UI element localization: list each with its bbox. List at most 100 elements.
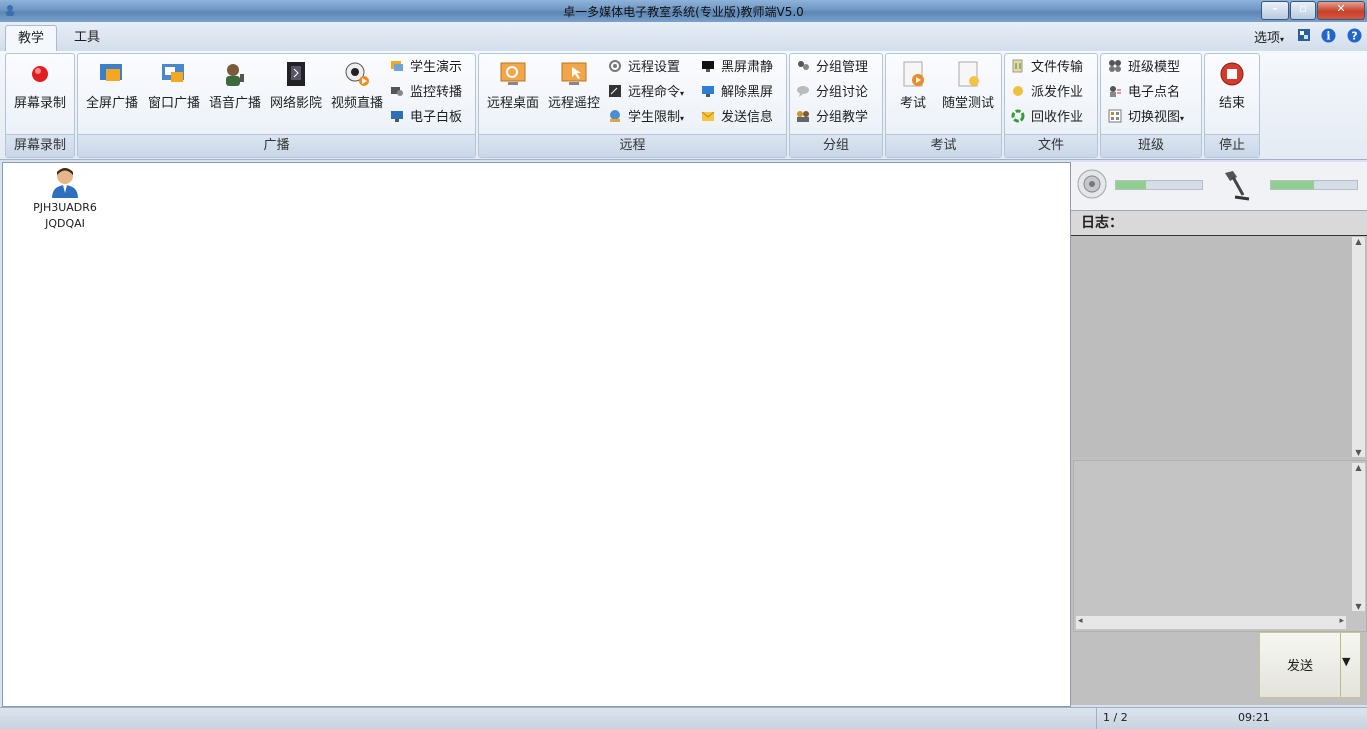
remote-control-icon <box>561 62 587 85</box>
exam-button[interactable]: 考试 <box>890 56 936 130</box>
record-icon <box>32 66 48 82</box>
close-button[interactable]: ✕ <box>1317 1 1365 20</box>
svg-text:i: i <box>1326 30 1330 43</box>
send-dropdown-arrow-icon[interactable]: ▼ <box>1342 655 1350 668</box>
file-transfer-label: 文件传输 <box>1031 60 1084 75</box>
maximize-button[interactable]: ▫ <box>1290 1 1316 20</box>
group-label-grouping: 分组 <box>790 134 882 157</box>
collect-homework-button[interactable]: 回收作业 <box>1011 107 1083 129</box>
network-cinema-button[interactable]: 网络影院 <box>266 56 326 130</box>
student-computer[interactable]: PJH3UADR6 JQDQAI <box>27 166 103 232</box>
class-model-button[interactable]: 班级模型 <box>1108 57 1180 79</box>
message-scroll-down-icon[interactable]: ▼ <box>1352 602 1365 611</box>
scroll-down-arrow-icon[interactable]: ▼ <box>1352 448 1365 457</box>
exam-icon <box>903 61 924 87</box>
student-restriction-button[interactable]: 学生限制▾ <box>608 107 684 129</box>
file-transfer-button[interactable]: 文件传输 <box>1011 57 1083 79</box>
whiteboard-icon <box>391 111 403 122</box>
config-icon[interactable] <box>1297 28 1311 42</box>
remote-control-label: 远程遥控 <box>547 96 600 111</box>
unlock-screen-label: 解除黑屏 <box>721 85 774 100</box>
group-exam: 考试 随堂测试 考试 <box>885 53 1002 158</box>
info-icon[interactable]: i <box>1321 28 1336 43</box>
remote-desktop-button[interactable]: 远程桌面 <box>483 56 543 130</box>
audio-level-bar <box>1071 162 1367 211</box>
group-teach-label: 分组教学 <box>816 110 869 125</box>
microphone-icon[interactable] <box>1221 169 1253 203</box>
student-name-line1: PJH3UADR6 <box>33 201 97 214</box>
group-manage-label: 分组管理 <box>816 60 869 75</box>
screen-record-label: 屏幕录制 <box>13 96 66 111</box>
remote-settings-button[interactable]: 远程设置 <box>608 57 680 79</box>
whiteboard-button[interactable]: 电子白板 <box>390 107 462 129</box>
distribute-homework-label: 派发作业 <box>1031 85 1084 100</box>
tab-tools[interactable]: 工具 <box>62 25 112 51</box>
voice-broadcast-label: 语音广播 <box>208 96 261 111</box>
student-demo-button[interactable]: 学生演示 <box>390 57 462 79</box>
remote-control-button[interactable]: 远程遥控 <box>544 56 604 130</box>
black-screen-button[interactable]: 黑屏肃静 <box>701 57 773 79</box>
voice-broadcast-button[interactable]: 语音广播 <box>205 56 265 130</box>
group-manage-button[interactable]: 分组管理 <box>796 57 868 79</box>
envelope-icon <box>701 111 715 121</box>
send-message-button[interactable]: 发送信息 <box>701 107 773 129</box>
black-screen-label: 黑屏肃静 <box>721 60 774 75</box>
group-teach-button[interactable]: 分组教学 <box>796 107 868 129</box>
window-broadcast-button[interactable]: 窗口广播 <box>144 56 204 130</box>
send-button[interactable]: 发送 ▼ <box>1259 632 1361 698</box>
roll-call-button[interactable]: 电子点名 <box>1108 82 1180 104</box>
quiz-icon <box>958 61 979 87</box>
speaker-level-fill <box>1116 181 1147 189</box>
switch-view-button[interactable]: 切换视图▾ <box>1108 107 1184 129</box>
roll-call-icon <box>1110 86 1121 97</box>
help-icon[interactable]: ? <box>1347 28 1362 43</box>
group-teach-icon <box>797 111 809 122</box>
remote-command-icon <box>609 85 621 97</box>
screen-record-button[interactable]: 屏幕录制 <box>8 56 72 130</box>
recycle-icon <box>1011 109 1025 123</box>
exam-label: 考试 <box>899 96 926 111</box>
speaker-level-meter[interactable] <box>1115 180 1203 190</box>
tab-teaching[interactable]: 教学 <box>5 25 58 52</box>
group-grouping: 分组管理 分组讨论 分组教学 分组 <box>789 53 883 158</box>
scroll-left-arrow-icon[interactable]: ◂ <box>1078 616 1083 626</box>
options-menu[interactable]: 选项▾ <box>1254 27 1284 46</box>
end-button[interactable]: 结束 <box>1207 56 1257 130</box>
minimize-button[interactable]: – <box>1261 1 1289 20</box>
monitor-relay-button[interactable]: 监控转播 <box>390 82 462 104</box>
grid-view-icon <box>1108 109 1122 123</box>
group-label-class: 班级 <box>1101 134 1201 157</box>
message-hscrollbar[interactable]: ◂ ▸ <box>1076 616 1346 629</box>
group-discuss-button[interactable]: 分组讨论 <box>796 82 868 104</box>
log-scrollbar[interactable]: ▲ ▼ <box>1352 237 1365 457</box>
distribute-homework-button[interactable]: 派发作业 <box>1011 82 1083 104</box>
message-input[interactable]: ▲ ▼ ◂ ▸ <box>1073 460 1367 632</box>
end-label: 结束 <box>1218 96 1245 111</box>
video-live-button[interactable]: 视频直播 <box>327 56 387 130</box>
quiz-label: 随堂测试 <box>941 96 994 111</box>
fullscreen-broadcast-button[interactable]: 全屏广播 <box>82 56 142 130</box>
send-label: 发送 <box>1286 659 1313 674</box>
group-label-broadcast: 广播 <box>78 134 475 157</box>
title-bar: 卓一多媒体电子教室系统(专业版)教师端V5.0 – ▫ ✕ <box>0 0 1367 22</box>
send-message-label: 发送信息 <box>721 110 774 125</box>
collect-homework-label: 回收作业 <box>1031 110 1084 125</box>
message-vscrollbar[interactable]: ▲ ▼ <box>1352 463 1365 611</box>
scroll-up-arrow-icon[interactable]: ▲ <box>1352 237 1365 246</box>
mic-level-meter[interactable] <box>1270 180 1358 190</box>
quiz-button[interactable]: 随堂测试 <box>937 56 999 130</box>
monitor-relay-icon <box>391 87 403 96</box>
group-file: 文件传输 派发作业 回收作业 文件 <box>1004 53 1098 158</box>
speaker-icon[interactable] <box>1076 168 1108 200</box>
group-remote: 远程桌面 远程遥控 远程设置 远程命令▾ 学生限制▾ 黑屏肃静 解除黑屏 发送信… <box>478 53 787 158</box>
scroll-right-arrow-icon[interactable]: ▸ <box>1339 616 1344 626</box>
status-bar: 1 / 2 09:21 <box>0 707 1367 729</box>
student-canvas[interactable]: PJH3UADR6 JQDQAI <box>2 162 1071 707</box>
class-model-label: 班级模型 <box>1128 60 1181 75</box>
unlock-screen-button[interactable]: 解除黑屏 <box>701 82 773 104</box>
message-scroll-up-icon[interactable]: ▲ <box>1352 463 1365 472</box>
fullscreen-broadcast-icon <box>100 64 122 81</box>
remote-command-button[interactable]: 远程命令▾ <box>608 82 684 104</box>
video-live-label: 视频直播 <box>330 96 383 111</box>
distribute-homework-icon <box>1013 86 1023 96</box>
